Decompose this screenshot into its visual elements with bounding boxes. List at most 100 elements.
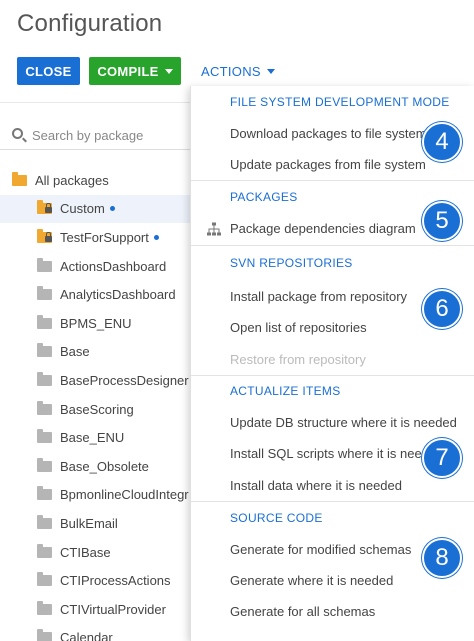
tree-root-label: All packages (35, 172, 109, 188)
actions-button-label: ACTIONS (201, 63, 261, 79)
tree-root-all-packages[interactable]: All packages (0, 166, 190, 195)
tree-item-label: CTIVirtualProvider (60, 601, 166, 617)
folder-icon (37, 400, 52, 415)
changed-indicator-dot (109, 206, 115, 212)
menu-item-label: Download packages to file system (230, 126, 427, 141)
package-tree: All packages Custom TestForSupport Actions… (0, 166, 190, 641)
tree-item-label: BulkEmail (60, 515, 118, 531)
close-button-label: CLOSE (25, 63, 72, 79)
tree-item[interactable]: ActionsDashboard (0, 252, 190, 281)
tree-item[interactable]: BaseProcessDesigner (0, 366, 190, 395)
tree-item-label: CTIBase (60, 544, 111, 560)
actions-menu-button[interactable]: ACTIONS (201, 57, 275, 85)
tree-item-label: BpmonlineCloudIntegr (60, 487, 189, 503)
menu-item-label: Update DB structure where it is needed (230, 414, 457, 430)
tree-item[interactable]: AnalyticsDashboard (0, 280, 190, 309)
tree-item[interactable]: Calendar (0, 624, 190, 641)
folder-icon (37, 257, 52, 272)
tree-item[interactable]: BaseScoring (0, 395, 190, 424)
lock-icon (45, 231, 52, 242)
tree-item-label: Calendar (60, 630, 113, 641)
tree-item-label: TestForSupport (60, 229, 149, 245)
compile-button-label: COMPILE (97, 63, 159, 79)
tree-item-label: CTIProcessActions (60, 573, 171, 589)
folder-icon (37, 514, 52, 529)
step-number-badge: 5 (422, 201, 462, 241)
folder-icon (37, 371, 52, 386)
tree-item-label: Base (60, 344, 90, 360)
folder-icon (12, 171, 27, 186)
tree-item[interactable]: CTIProcessActions (0, 566, 190, 595)
search-icon (12, 128, 23, 139)
compile-button[interactable]: COMPILE (89, 57, 181, 85)
lock-icon (45, 203, 52, 214)
menu-item-label: Update packages from file system (230, 157, 426, 172)
menu-section-header: SVN REPOSITORIES (230, 256, 353, 270)
menu-item-label: Restore from repository (230, 351, 366, 367)
tree-item-label: BaseProcessDesigner (60, 372, 189, 388)
tree-item[interactable]: BulkEmail (0, 509, 190, 538)
tree-item-label: BaseScoring (60, 401, 134, 417)
folder-icon (37, 429, 52, 444)
menu-section: PACKAGES Package dependencies diagram 5 (191, 181, 474, 246)
tree-item[interactable]: Base_Obsolete (0, 452, 190, 481)
tree-item-label: Base_ENU (60, 430, 125, 446)
tree-item[interactable]: TestForSupport (0, 223, 190, 252)
menu-item-label: Generate where it is needed (230, 573, 394, 588)
package-search[interactable] (0, 120, 190, 150)
menu-section: ACTUALIZE ITEMS Update DB structure where… (191, 376, 474, 502)
toolbar-divider (0, 102, 190, 103)
folder-icon (37, 343, 52, 358)
step-number-badge: 6 (422, 289, 462, 329)
tree-item[interactable]: Custom (0, 194, 190, 224)
close-button[interactable]: CLOSE (17, 57, 80, 85)
menu-section: SOURCE CODE Generate for modified schemas… (191, 502, 474, 626)
menu-item-label: Generate for all schemas (230, 603, 376, 619)
folder-icon (37, 572, 52, 587)
folder-icon (37, 629, 52, 641)
tree-item[interactable]: CTIBase (0, 538, 190, 567)
tree-item-label: Custom (60, 201, 105, 217)
search-underline (0, 149, 190, 150)
menu-section-header: SOURCE CODE (230, 511, 323, 525)
menu-item-label: Install SQL scripts where it is needed (230, 446, 444, 461)
menu-section: FILE SYSTEM DEVELOPMENT MODE Download pac… (191, 86, 474, 181)
tree-item[interactable]: Base_ENU (0, 423, 190, 452)
changed-indicator-dot (153, 234, 159, 240)
tree-item[interactable]: BpmonlineCloudIntegr (0, 481, 190, 510)
page-title: Configuration (17, 10, 163, 37)
folder-icon (37, 457, 52, 472)
menu-section-header: FILE SYSTEM DEVELOPMENT MODE (230, 95, 450, 109)
menu-item-label: Generate for modified schemas (230, 542, 412, 557)
menu-item-label: Install data where it is needed (230, 477, 402, 493)
chevron-down-icon (266, 68, 275, 74)
tree-item-label: AnalyticsDashboard (60, 287, 176, 303)
folder-icon (37, 486, 52, 501)
menu-item-label: Install package from repository (230, 288, 408, 304)
search-input[interactable] (32, 124, 182, 146)
menu-item-label: Open list of repositories (230, 320, 367, 335)
folder-locked-icon (37, 228, 52, 243)
step-number-badge: 8 (422, 538, 462, 578)
tree-item-label: BPMS_ENU (60, 315, 132, 331)
tree-item-label: ActionsDashboard (60, 258, 167, 274)
folder-icon (37, 543, 52, 558)
tree-item-label: Base_Obsolete (60, 458, 149, 474)
tree-item[interactable]: BPMS_ENU (0, 309, 190, 338)
tree-item[interactable]: CTIVirtualProvider (0, 595, 190, 624)
folder-icon (37, 314, 52, 329)
folder-icon (37, 600, 52, 615)
step-number-badge: 4 (422, 122, 462, 162)
menu-section-header: ACTUALIZE ITEMS (230, 384, 341, 398)
folder-locked-icon (37, 200, 52, 215)
menu-section: SVN REPOSITORIES Install package from rep… (191, 246, 474, 376)
folder-icon (37, 286, 52, 301)
actions-dropdown-menu: FILE SYSTEM DEVELOPMENT MODE Download pac… (190, 86, 474, 641)
menu-item[interactable]: Update DB structure where it is needed (191, 406, 474, 438)
menu-item: Restore from repository (191, 343, 474, 375)
menu-item[interactable]: Generate for all schemas (191, 596, 474, 626)
hierarchy-icon (207, 222, 221, 235)
step-number-badge: 7 (422, 438, 462, 478)
tree-item[interactable]: Base (0, 338, 190, 367)
menu-item-label: Package dependencies diagram (230, 221, 416, 236)
